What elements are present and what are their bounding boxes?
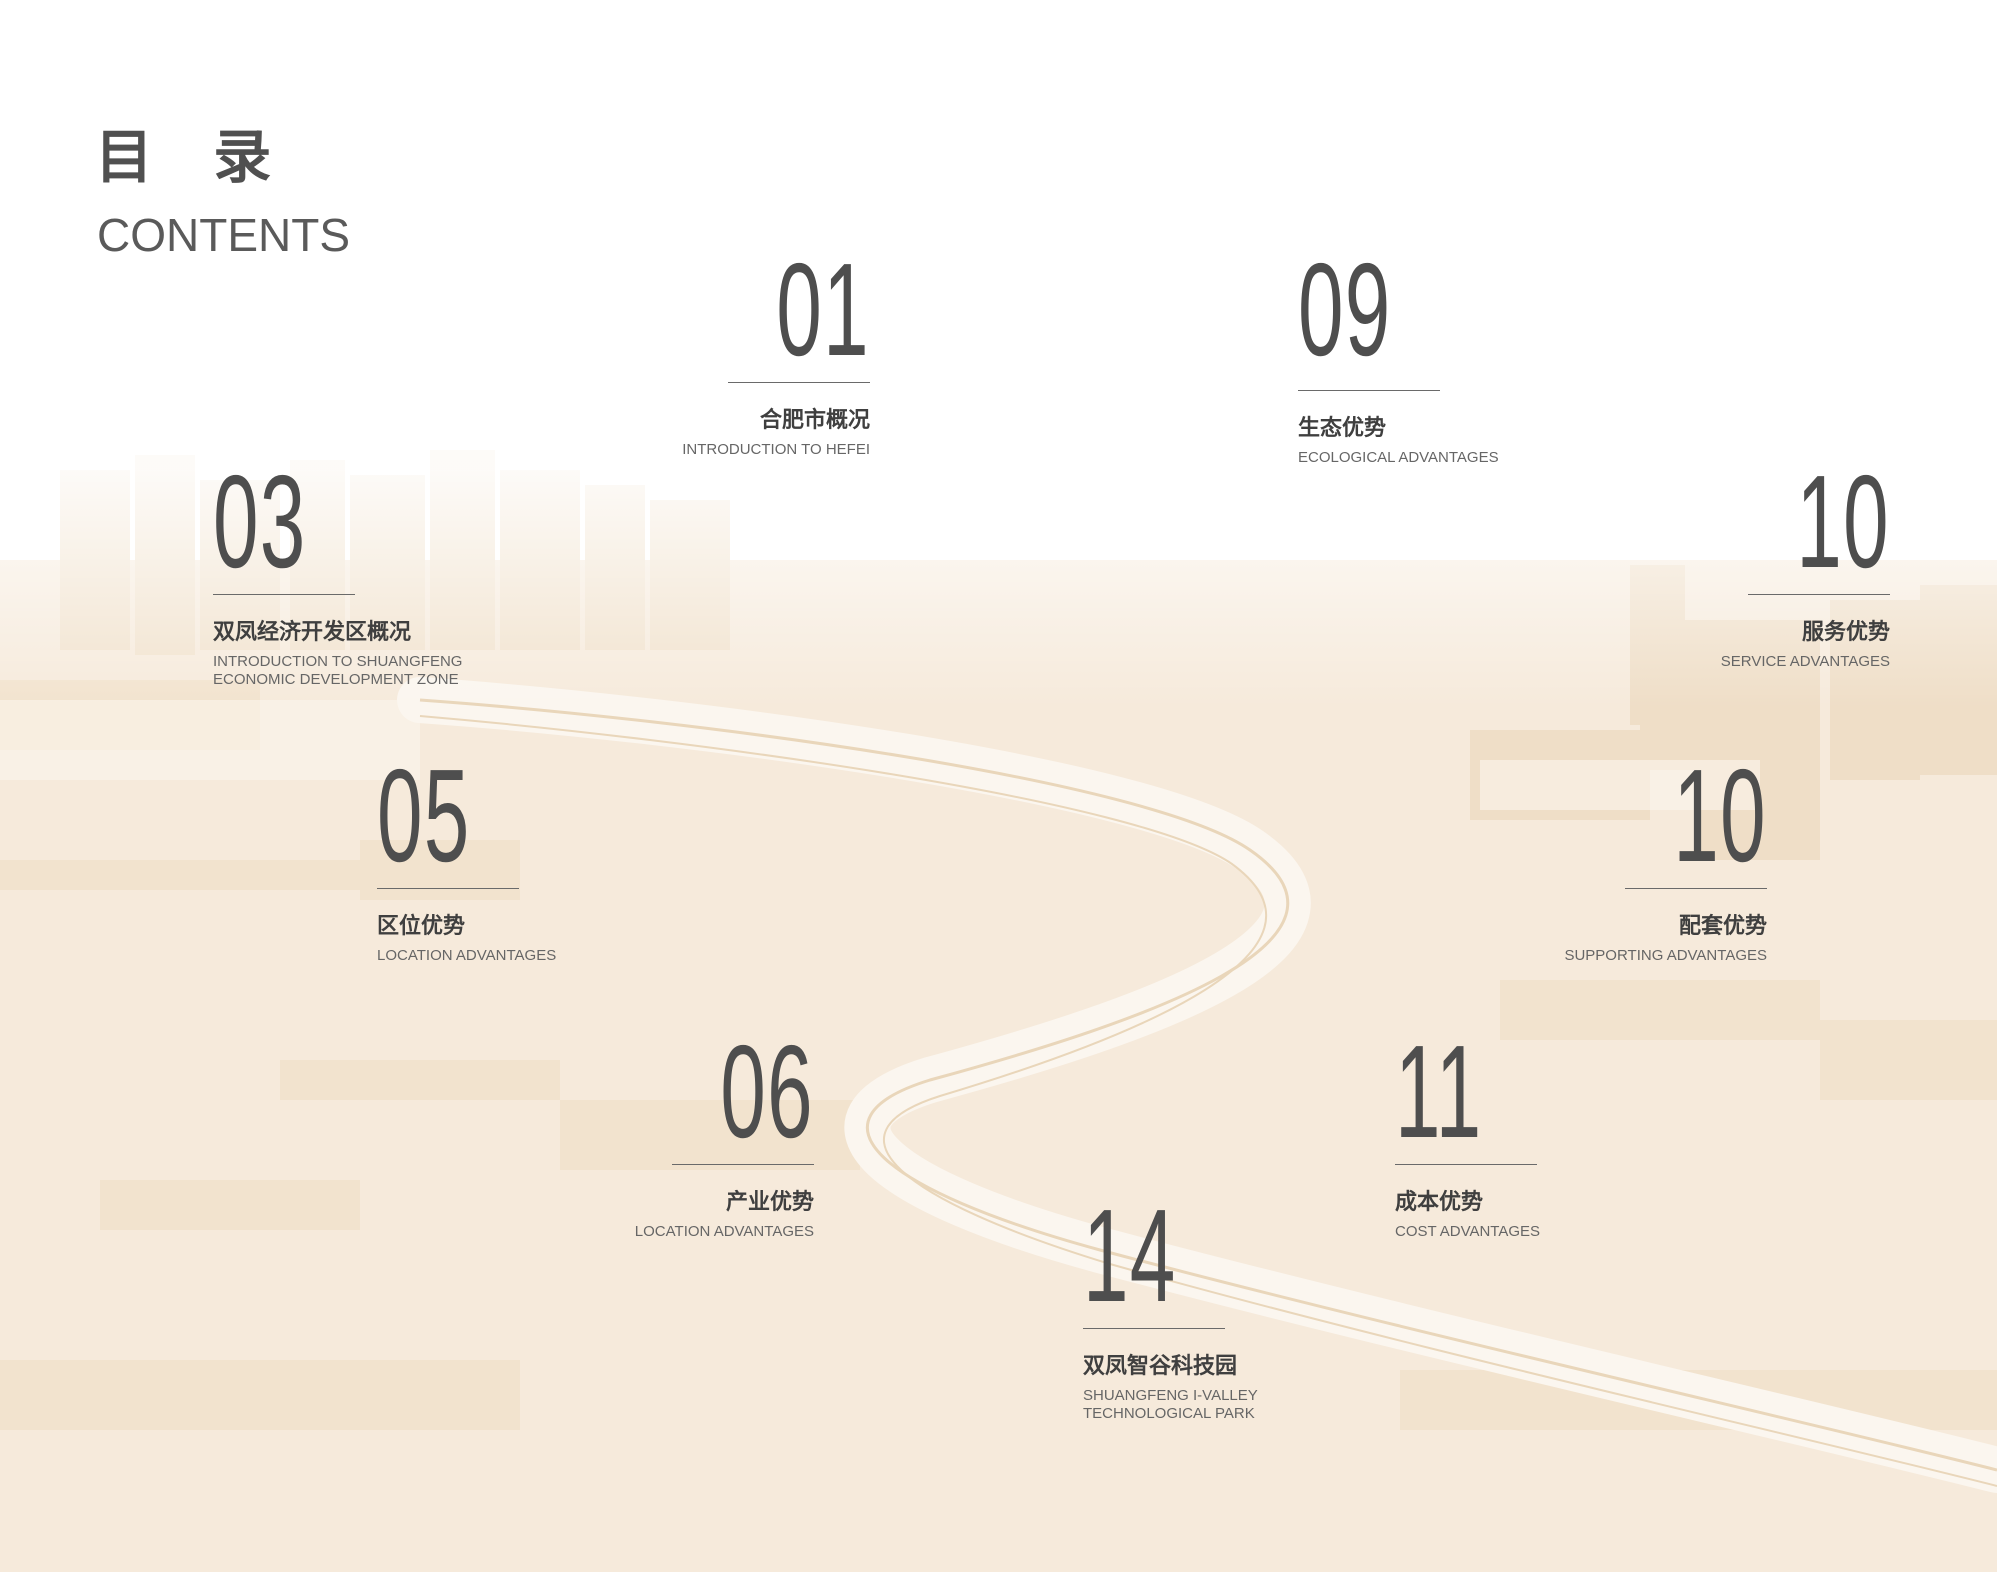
toc-entry-09[interactable]: 09 生态优势 ECOLOGICAL ADVANTAGES (1298, 244, 1618, 467)
toc-entry-number: 09 (1298, 236, 1392, 383)
toc-entry-number: 10 (1673, 742, 1767, 889)
toc-entry-title-english: INTRODUCTION TO HEFEI (682, 441, 870, 459)
toc-entry-03[interactable]: 03 双凤经济开发区概况 INTRODUCTION TO SHUANGFENG … (213, 456, 533, 689)
toc-entry-number: 01 (776, 236, 870, 383)
toc-entry-title-english: INTRODUCTION TO SHUANGFENG ECONOMIC DEVE… (213, 653, 463, 689)
toc-entry-title-english: LOCATION ADVANTAGES (377, 947, 557, 965)
toc-entry-title-chinese: 服务优势 (1801, 620, 1890, 645)
toc-entry-title-english: SUPPORTING ADVANTAGES (1564, 947, 1767, 965)
toc-entry-number: 05 (377, 742, 471, 889)
toc-entry-05[interactable]: 05 区位优势 LOCATION ADVANTAGES (377, 750, 697, 965)
toc-entry-title-english: LOCATION ADVANTAGES (634, 1223, 814, 1241)
toc-entry-number: 14 (1083, 1182, 1177, 1329)
page-title-chinese: 目 录 (95, 123, 292, 191)
toc-entry-title-chinese: 配套优势 (1678, 914, 1767, 939)
toc-entry-14[interactable]: 14 双凤智谷科技园 SHUANGFENG I-VALLEY TECHNOLOG… (1083, 1190, 1403, 1423)
toc-entry-title-chinese: 合肥市概况 (759, 408, 870, 433)
toc-entry-title-chinese: 生态优势 (1298, 416, 1387, 441)
toc-entry-title-chinese: 区位优势 (377, 914, 466, 939)
toc-entry-10-service[interactable]: 10 服务优势 SERVICE ADVANTAGES (1630, 456, 1890, 671)
toc-entry-number: 11 (1395, 1018, 1483, 1165)
toc-entry-title-chinese: 成本优势 (1395, 1190, 1484, 1215)
toc-entry-title-english: SERVICE ADVANTAGES (1720, 653, 1890, 671)
toc-entry-number: 03 (213, 448, 307, 595)
toc-entry-01[interactable]: 01 合肥市概况 INTRODUCTION TO HEFEI (680, 244, 870, 459)
toc-entry-number: 06 (720, 1018, 814, 1165)
toc-entry-06[interactable]: 06 产业优势 LOCATION ADVANTAGES (560, 1026, 814, 1241)
page-title-english: CONTENTS (97, 209, 350, 261)
toc-entry-number: 10 (1796, 448, 1890, 595)
toc-entry-title-english: ECOLOGICAL ADVANTAGES (1298, 449, 1499, 467)
toc-entry-title-english: SHUANGFENG I-VALLEY TECHNOLOGICAL PARK (1083, 1387, 1258, 1423)
toc-entry-title-chinese: 产业优势 (725, 1190, 814, 1215)
toc-entry-title-english: COST ADVANTAGES (1395, 1223, 1541, 1241)
toc-entry-11[interactable]: 11 成本优势 COST ADVANTAGES (1395, 1026, 1715, 1241)
divider-line (1298, 390, 1440, 391)
toc-entry-10-supporting[interactable]: 10 配套优势 SUPPORTING ADVANTAGES (1520, 750, 1767, 965)
toc-entry-title-chinese: 双凤智谷科技园 (1083, 1354, 1238, 1379)
toc-entry-title-chinese: 双凤经济开发区概况 (213, 620, 412, 645)
